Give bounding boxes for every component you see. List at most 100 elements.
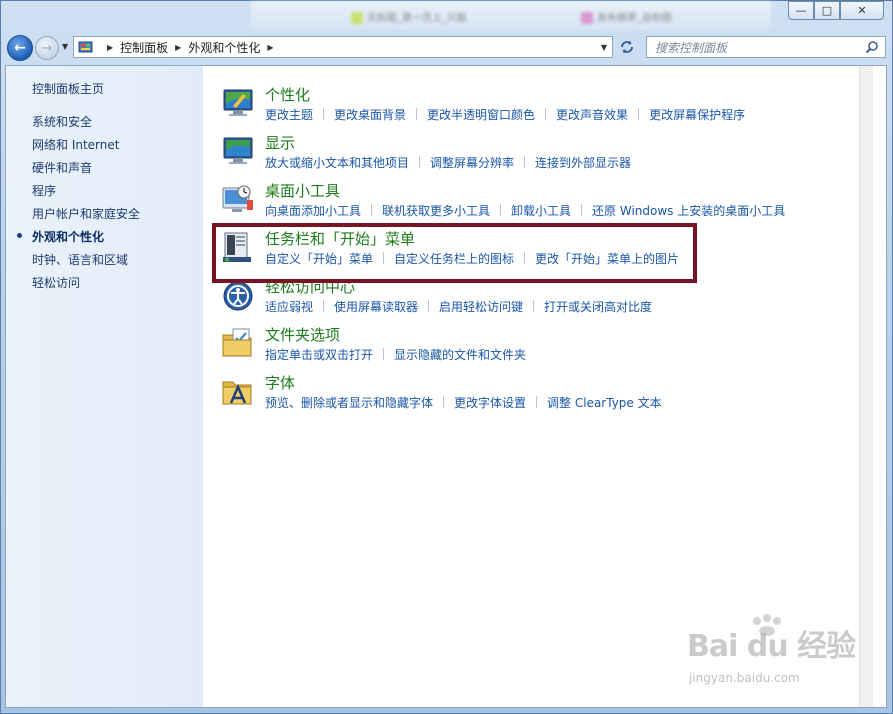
category-title-taskbar[interactable]: 任务栏和「开始」菜单 xyxy=(265,228,415,249)
sidebar-item-ease-of-access[interactable]: 轻松访问 xyxy=(6,274,203,297)
sidebar-item-hardware-sound[interactable]: 硬件和声音 xyxy=(6,159,203,182)
link-external-display[interactable]: 连接到外部显示器 xyxy=(535,154,631,171)
close-button[interactable]: ✕ xyxy=(840,1,884,20)
link-separator xyxy=(638,108,640,120)
sidebar-item-clock-language[interactable]: 时钟、语言和区域 xyxy=(6,251,203,274)
breadcrumb-separator[interactable]: ▶ xyxy=(175,43,181,52)
vertical-scrollbar[interactable] xyxy=(859,66,873,707)
forward-arrow-icon: → xyxy=(41,40,53,56)
display-icon xyxy=(223,137,253,164)
link-customize-start-menu[interactable]: 自定义「开始」菜单 xyxy=(265,250,373,267)
sidebar-item-system-security[interactable]: 系统和安全 xyxy=(6,113,203,136)
breadcrumb-separator[interactable]: ▶ xyxy=(107,43,113,52)
back-button[interactable]: ← xyxy=(7,35,33,61)
sidebar-item-user-accounts[interactable]: 用户帐户和家庭安全 xyxy=(6,205,203,228)
link-separator xyxy=(419,156,421,168)
breadcrumb-appearance[interactable]: 外观和个性化 xyxy=(188,39,260,56)
link-separator xyxy=(536,396,538,408)
minimize-button[interactable]: — xyxy=(788,1,814,20)
breadcrumb-control-panel[interactable]: 控制面板 xyxy=(120,39,168,56)
category-display: 显示 放大或缩小文本和其他项目 调整屏幕分辨率 连接到外部显示器 xyxy=(221,132,861,178)
link-single-double-click[interactable]: 指定单击或双击打开 xyxy=(265,346,373,363)
link-separator xyxy=(383,252,385,264)
category-title-folder-options[interactable]: 文件夹选项 xyxy=(265,324,340,345)
link-separator xyxy=(371,204,373,216)
forward-button[interactable]: → xyxy=(35,36,59,60)
back-arrow-icon: ← xyxy=(14,40,26,56)
category-links: 更改主题 更改桌面背景 更改半透明窗口颜色 更改声音效果 更改屏幕保护程序 xyxy=(265,106,745,123)
refresh-button[interactable] xyxy=(615,36,639,58)
watermark-url: jingyan.baidu.com xyxy=(689,671,800,685)
search-placeholder: 搜索控制面板 xyxy=(655,40,728,55)
link-screen-reader[interactable]: 使用屏幕读取器 xyxy=(334,298,418,315)
link-high-contrast[interactable]: 打开或关闭高对比度 xyxy=(544,298,652,315)
category-title-display[interactable]: 显示 xyxy=(265,132,295,153)
link-start-menu-picture[interactable]: 更改「开始」菜单上的图片 xyxy=(535,250,679,267)
category-title-gadgets[interactable]: 桌面小工具 xyxy=(265,180,340,201)
category-links: 预览、删除或者显示和隐藏字体 更改字体设置 调整 ClearType 文本 xyxy=(265,394,662,411)
category-links: 自定义「开始」菜单 自定义任务栏上的图标 更改「开始」菜单上的图片 xyxy=(265,250,679,267)
link-separator xyxy=(443,396,445,408)
category-links: 适应弱视 使用屏幕读取器 启用轻松访问键 打开或关闭高对比度 xyxy=(265,298,652,315)
personalization-icon xyxy=(223,89,253,116)
link-change-background[interactable]: 更改桌面背景 xyxy=(334,106,406,123)
link-uninstall-gadget[interactable]: 卸载小工具 xyxy=(511,202,571,219)
category-ease-of-access: 轻松访问中心 适应弱视 使用屏幕读取器 启用轻松访问键 打开或关闭高对比度 xyxy=(221,276,861,322)
navigation-bar: ← → ▼ ▶ 控制面板 ▶ 外观和个性化 ▶ ▼ 搜索控制面板 xyxy=(5,33,890,61)
link-low-vision[interactable]: 适应弱视 xyxy=(265,298,313,315)
category-links: 指定单击或双击打开 显示隐藏的文件和文件夹 xyxy=(265,346,526,363)
sidebar-item-network[interactable]: 网络和 Internet xyxy=(6,136,203,159)
category-title-ease-of-access[interactable]: 轻松访问中心 xyxy=(265,276,355,297)
link-preview-fonts[interactable]: 预览、删除或者显示和隐藏字体 xyxy=(265,394,433,411)
link-font-settings[interactable]: 更改字体设置 xyxy=(454,394,526,411)
link-separator xyxy=(428,300,430,312)
category-fonts: 字体 预览、删除或者显示和隐藏字体 更改字体设置 调整 ClearType 文本 xyxy=(221,372,861,418)
category-taskbar: 任务栏和「开始」菜单 自定义「开始」菜单 自定义任务栏上的图标 更改「开始」菜单… xyxy=(221,228,861,274)
sidebar-item-programs[interactable]: 程序 xyxy=(6,182,203,205)
fonts-icon xyxy=(222,381,252,405)
watermark-logo-text: Bai du 经验 xyxy=(687,629,856,664)
caption-buttons: — □ ✕ xyxy=(788,1,884,21)
link-resolution[interactable]: 调整屏幕分辨率 xyxy=(430,154,514,171)
content-area: 控制面板主页 系统和安全 网络和 Internet 硬件和声音 程序 用户帐户和… xyxy=(5,65,887,708)
category-title-fonts[interactable]: 字体 xyxy=(265,372,295,393)
link-separator xyxy=(323,108,325,120)
search-icon[interactable] xyxy=(865,40,879,54)
ghost-tab-2: 发布频率_总标题 xyxy=(581,9,672,24)
link-access-keys[interactable]: 启用轻松访问键 xyxy=(439,298,523,315)
link-separator xyxy=(383,348,385,360)
link-text-size[interactable]: 放大或缩小文本和其他项目 xyxy=(265,154,409,171)
link-change-theme[interactable]: 更改主题 xyxy=(265,106,313,123)
address-bar[interactable]: ▶ 控制面板 ▶ 外观和个性化 ▶ ▼ xyxy=(73,36,613,58)
sidebar-item-appearance[interactable]: 外观和个性化 xyxy=(6,228,203,251)
link-separator xyxy=(524,252,526,264)
category-folder-options: 文件夹选项 指定单击或双击打开 显示隐藏的文件和文件夹 xyxy=(221,324,861,370)
link-separator xyxy=(581,204,583,216)
link-restore-gadgets[interactable]: 还原 Windows 上安装的桌面小工具 xyxy=(592,202,785,219)
gadgets-icon xyxy=(222,185,253,212)
link-separator xyxy=(323,300,325,312)
category-links: 向桌面添加小工具 联机获取更多小工具 卸载小工具 还原 Windows 上安装的… xyxy=(265,202,785,219)
link-sound-effects[interactable]: 更改声音效果 xyxy=(556,106,628,123)
search-input[interactable]: 搜索控制面板 xyxy=(646,36,886,58)
link-more-gadgets[interactable]: 联机获取更多小工具 xyxy=(382,202,490,219)
breadcrumb-separator[interactable]: ▶ xyxy=(267,43,273,52)
recent-pages-dropdown[interactable]: ▼ xyxy=(62,42,68,51)
address-dropdown[interactable]: ▼ xyxy=(596,37,612,57)
sidebar-home-link[interactable]: 控制面板主页 xyxy=(6,80,203,100)
control-panel-icon xyxy=(78,41,93,53)
link-window-color[interactable]: 更改半透明窗口颜色 xyxy=(427,106,535,123)
link-separator xyxy=(500,204,502,216)
category-links: 放大或缩小文本和其他项目 调整屏幕分辨率 连接到外部显示器 xyxy=(265,154,631,171)
link-separator xyxy=(545,108,547,120)
refresh-icon xyxy=(621,40,633,54)
link-add-gadget[interactable]: 向桌面添加小工具 xyxy=(265,202,361,219)
link-show-hidden-files[interactable]: 显示隐藏的文件和文件夹 xyxy=(394,346,526,363)
link-separator xyxy=(524,156,526,168)
link-screensaver[interactable]: 更改屏幕保护程序 xyxy=(649,106,745,123)
link-taskbar-icons[interactable]: 自定义任务栏上的图标 xyxy=(394,250,514,267)
taskbar-icon xyxy=(223,232,251,262)
category-title-personalization[interactable]: 个性化 xyxy=(265,84,310,105)
link-cleartype[interactable]: 调整 ClearType 文本 xyxy=(547,394,662,411)
maximize-button[interactable]: □ xyxy=(814,1,840,20)
